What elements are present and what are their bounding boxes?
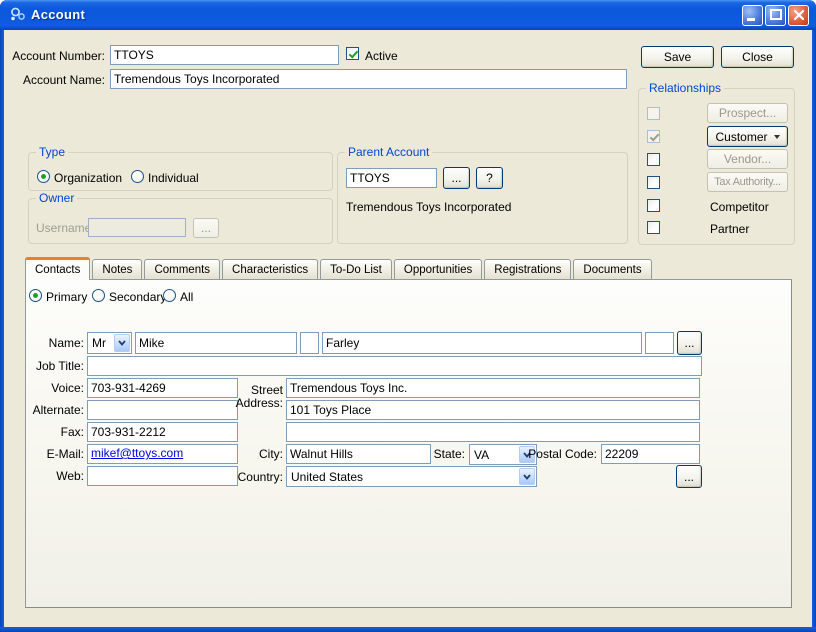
tab-todo-list[interactable]: To-Do List xyxy=(320,259,392,279)
tab-registrations[interactable]: Registrations xyxy=(484,259,571,279)
email-label: E-Mail: xyxy=(47,447,84,461)
tab-strip: Contacts Notes Comments Characteristics … xyxy=(25,257,652,279)
web-label: Web: xyxy=(56,469,84,483)
fax-label: Fax: xyxy=(61,425,84,439)
email-link[interactable]: mikef@ttoys.com xyxy=(91,446,183,460)
tab-documents[interactable]: Documents xyxy=(573,259,651,279)
job-title-field[interactable] xyxy=(87,356,702,376)
voice-field[interactable] xyxy=(87,378,238,398)
salutation-value: Mr xyxy=(92,336,106,350)
alternate-field[interactable] xyxy=(87,400,238,420)
street-address-3-field[interactable] xyxy=(286,422,700,442)
last-name-field[interactable] xyxy=(322,332,642,354)
state-label: State: xyxy=(434,447,465,461)
middle-name-field[interactable] xyxy=(300,332,319,354)
street-address-1-field[interactable] xyxy=(286,378,700,398)
account-window: Account Account Number: Active Account N… xyxy=(0,0,816,632)
street-address-2-field[interactable] xyxy=(286,400,700,420)
street-address-label: Street Address: xyxy=(236,384,283,410)
chevron-down-icon xyxy=(523,474,531,480)
country-combo[interactable]: United States xyxy=(286,466,537,487)
web-field[interactable] xyxy=(87,466,238,486)
city-field[interactable] xyxy=(286,444,431,464)
state-combo[interactable]: VA xyxy=(469,444,537,465)
chevron-down-icon xyxy=(118,340,126,346)
country-label: Country: xyxy=(238,470,283,484)
suffix-field[interactable] xyxy=(645,332,674,354)
tab-opportunities[interactable]: Opportunities xyxy=(394,259,482,279)
voice-label: Voice: xyxy=(51,381,84,395)
tab-characteristics[interactable]: Characteristics xyxy=(222,259,318,279)
tab-comments[interactable]: Comments xyxy=(144,259,220,279)
state-value: VA xyxy=(474,448,489,462)
salutation-combo[interactable]: Mr xyxy=(87,332,132,354)
address-browse-button[interactable]: ... xyxy=(676,465,702,488)
name-label: Name: xyxy=(49,336,84,350)
city-label: City: xyxy=(259,447,283,461)
country-value: United States xyxy=(291,470,363,484)
fax-field[interactable] xyxy=(87,422,238,442)
postal-code-label: Postal Code: xyxy=(528,447,597,461)
contact-form-layer: Name: Mr ... Job Title: Voice: Alternate… xyxy=(0,0,816,632)
email-field[interactable]: mikef@ttoys.com xyxy=(87,444,238,464)
job-title-label: Job Title: xyxy=(36,359,84,373)
contact-browse-button[interactable]: ... xyxy=(677,331,702,355)
tab-notes[interactable]: Notes xyxy=(92,259,142,279)
tab-contacts[interactable]: Contacts xyxy=(25,257,90,280)
alternate-label: Alternate: xyxy=(33,403,84,417)
first-name-field[interactable] xyxy=(135,332,297,354)
postal-code-field[interactable] xyxy=(601,444,700,464)
